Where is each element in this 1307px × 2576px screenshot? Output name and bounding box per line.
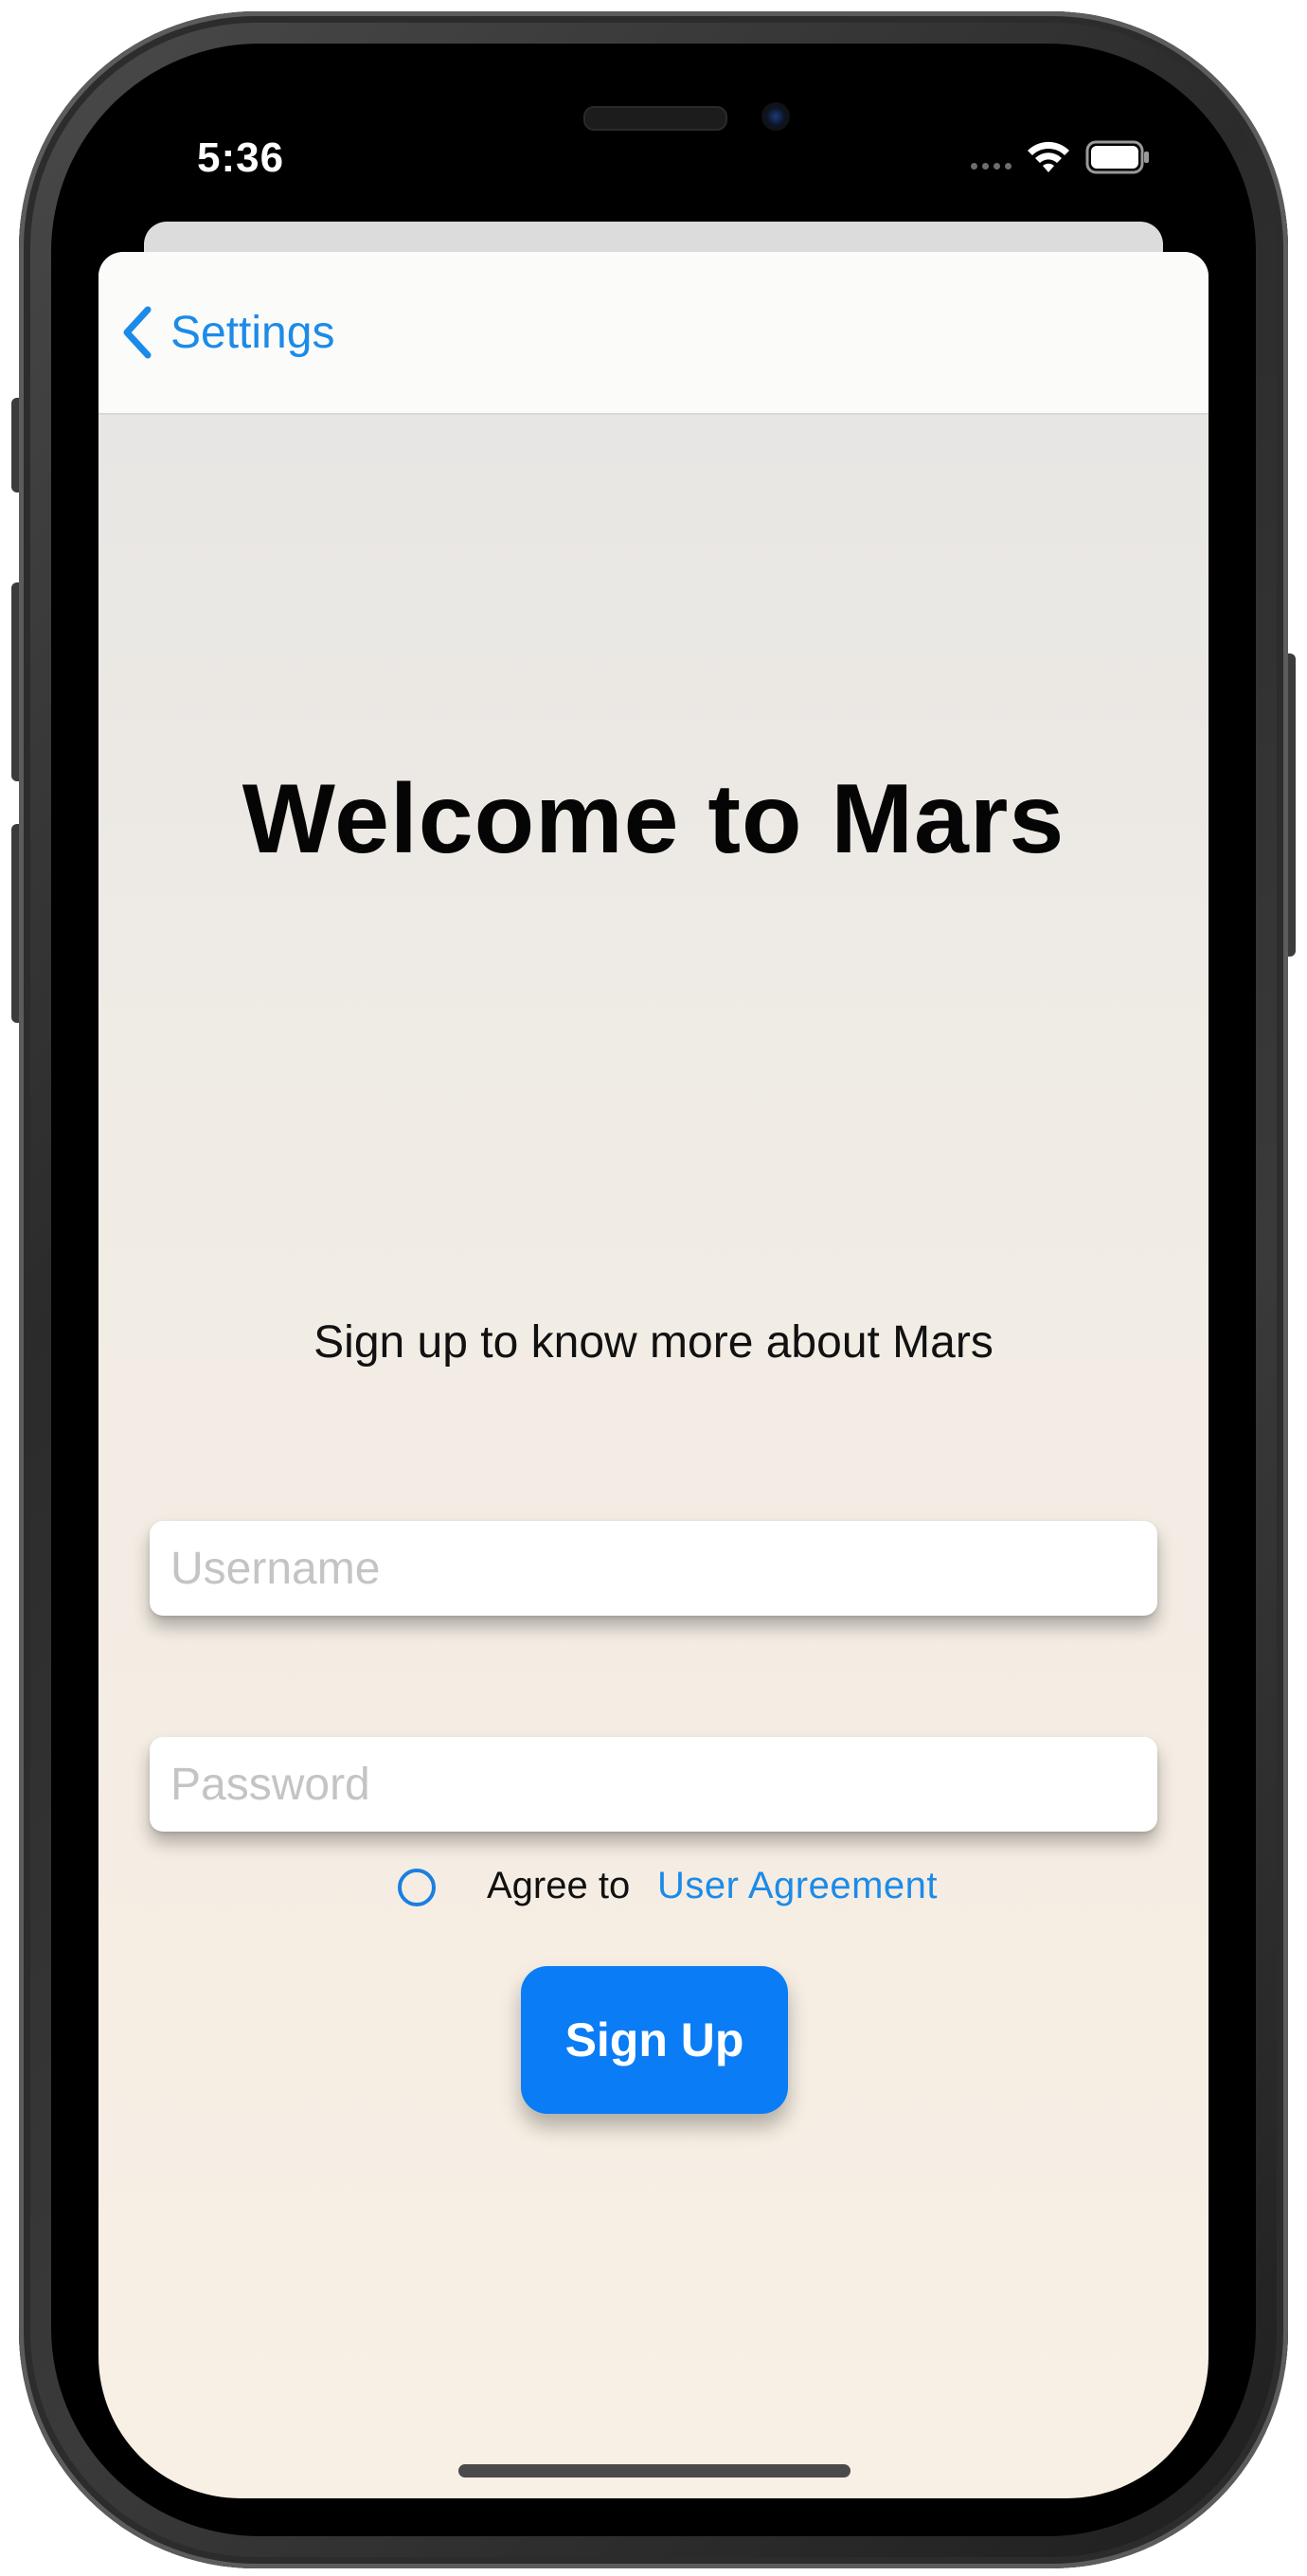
- status-time: 5:36: [197, 134, 285, 181]
- home-indicator[interactable]: [458, 2464, 850, 2478]
- username-field[interactable]: [150, 1521, 1157, 1616]
- signup-sheet: Settings Welcome to Mars Sign up to know…: [98, 252, 1209, 2498]
- chevron-left-icon: [123, 306, 152, 359]
- password-field[interactable]: [150, 1737, 1157, 1832]
- page-subtitle: Sign up to know more about Mars: [313, 1317, 994, 1368]
- wifi-icon: [1028, 141, 1069, 172]
- front-camera: [761, 102, 790, 131]
- status-icons: [971, 136, 1152, 178]
- sign-up-button[interactable]: Sign Up: [521, 1966, 788, 2114]
- earpiece-speaker: [583, 106, 727, 131]
- back-label: Settings: [170, 307, 335, 358]
- cellular-icon: [971, 141, 1012, 173]
- agree-label: Agree to: [487, 1865, 631, 1906]
- agree-radio[interactable]: [398, 1869, 436, 1906]
- battery-icon: [1085, 140, 1149, 174]
- navigation-bar: Settings: [98, 252, 1209, 415]
- phone-screen: 5:36 Settings Welcome to Mars Sign up to…: [98, 68, 1209, 2498]
- back-button[interactable]: Settings: [119, 299, 334, 366]
- device-mockup: 5:36 Settings Welcome to Mars Sign up to…: [0, 0, 1307, 2576]
- page-title: Welcome to Mars: [242, 764, 1065, 874]
- user-agreement-link[interactable]: User Agreement: [657, 1865, 938, 1907]
- agreement-row: Agree to User Agreement: [98, 1859, 1209, 1916]
